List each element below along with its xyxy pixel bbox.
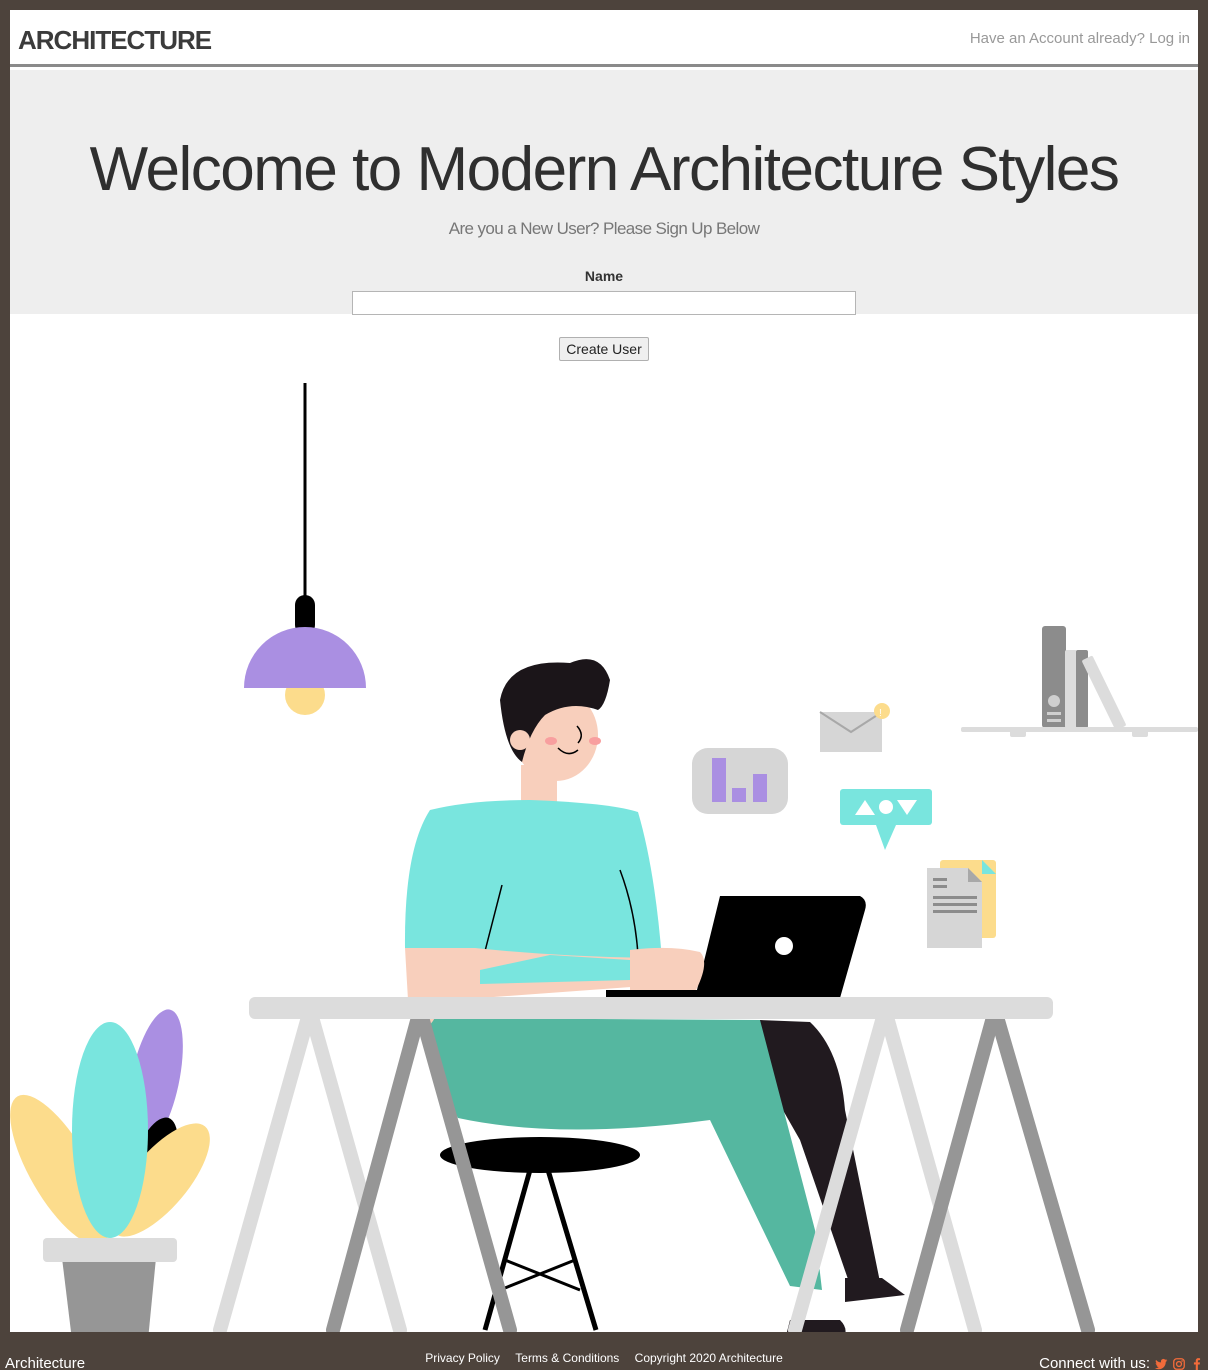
login-link[interactable]: Have an Account already? Log in bbox=[970, 30, 1190, 47]
svg-text:!: ! bbox=[879, 708, 882, 719]
name-label: Name bbox=[584, 268, 624, 284]
hero-section: Welcome to Modern Architecture Styles Ar… bbox=[10, 70, 1198, 315]
lamp-icon bbox=[244, 383, 366, 715]
connect-label: Connect with us: bbox=[1039, 1355, 1150, 1370]
twitter-icon[interactable] bbox=[1154, 1357, 1168, 1370]
facebook-icon[interactable] bbox=[1190, 1357, 1204, 1370]
page-frame: ARCHITECTURE Have an Account already? Lo… bbox=[10, 10, 1198, 1332]
chart-bubble-icon bbox=[692, 748, 788, 814]
page-title: Welcome to Modern Architecture Styles bbox=[89, 135, 1120, 204]
terms-link[interactable]: Terms & Conditions bbox=[515, 1351, 619, 1365]
navbar: ARCHITECTURE Have an Account already? Lo… bbox=[10, 10, 1198, 67]
person-illustration bbox=[404, 659, 866, 1332]
workspace-illustration: ! bbox=[10, 383, 1198, 1332]
footer-links: Privacy Policy Terms & Conditions Copyri… bbox=[0, 1351, 1208, 1365]
name-input[interactable] bbox=[352, 291, 856, 315]
brand-logo[interactable]: ARCHITECTURE bbox=[18, 25, 212, 56]
page-subtitle: Are you a New User? Please Sign Up Below bbox=[448, 219, 760, 238]
copyright-text: Copyright 2020 Architecture bbox=[634, 1351, 783, 1365]
documents-icon bbox=[927, 860, 996, 948]
social-connect: Connect with us: bbox=[1039, 1355, 1204, 1370]
instagram-icon[interactable] bbox=[1172, 1357, 1186, 1370]
mail-icon: ! bbox=[819, 703, 890, 752]
privacy-policy-link[interactable]: Privacy Policy bbox=[425, 1351, 500, 1365]
shapes-bubble-icon bbox=[840, 789, 932, 850]
create-user-button[interactable]: Create User bbox=[559, 337, 649, 361]
bookshelf-icon bbox=[961, 626, 1198, 737]
plant-icon bbox=[10, 1009, 210, 1332]
